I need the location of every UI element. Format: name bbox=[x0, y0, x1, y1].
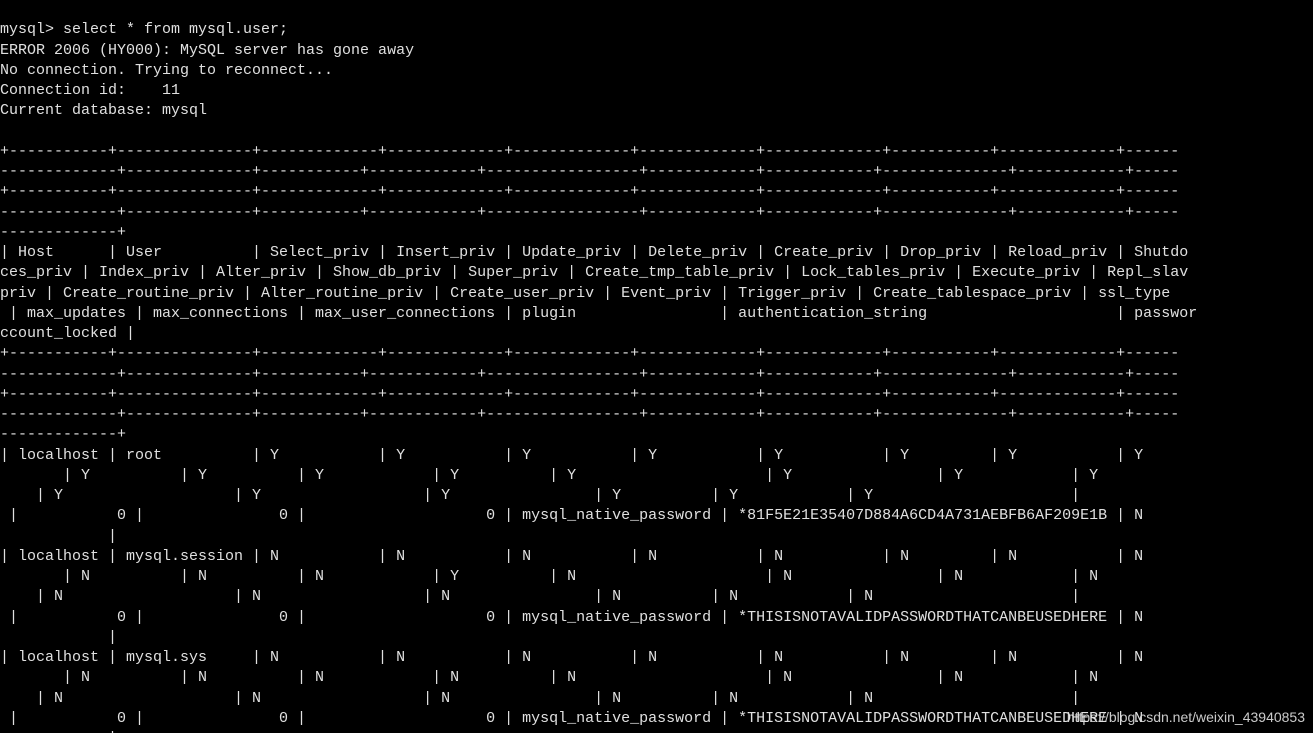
table-row: | N | N | N | N | N | N | N | N bbox=[0, 669, 1170, 686]
sql-command: select * from mysql.user; bbox=[63, 21, 288, 38]
table-header: ccount_locked | bbox=[0, 325, 135, 342]
table-header: ces_priv | Index_priv | Alter_priv | Sho… bbox=[0, 264, 1188, 281]
table-row: | 0 | 0 | 0 | mysql_native_password | *T… bbox=[0, 710, 1179, 727]
table-row: | localhost | mysql.sys | N | N | N | N … bbox=[0, 649, 1179, 666]
table-border: +-----------+---------------+-----------… bbox=[0, 183, 1179, 200]
connection-id-line: Connection id: 11 bbox=[0, 82, 180, 99]
mysql-prompt: mysql> bbox=[0, 21, 63, 38]
error-line: ERROR 2006 (HY000): MySQL server has gon… bbox=[0, 42, 414, 59]
table-row: | bbox=[0, 629, 117, 646]
table-border: +-----------+---------------+-----------… bbox=[0, 345, 1179, 362]
table-row: | 0 | 0 | 0 | mysql_native_password | *T… bbox=[0, 609, 1179, 626]
table-border: +-----------+---------------+-----------… bbox=[0, 143, 1179, 160]
watermark-text: https://blog.csdn.net/weixin_43940853 bbox=[1067, 708, 1305, 727]
table-row: | N | N | N | Y | N | N | N | N bbox=[0, 568, 1170, 585]
table-row: | bbox=[0, 528, 117, 545]
table-row: | N | N | N | N | N | N | bbox=[0, 588, 1170, 605]
table-row: | localhost | root | Y | Y | Y | Y | Y |… bbox=[0, 447, 1179, 464]
current-db-line: Current database: mysql bbox=[0, 102, 207, 119]
table-border: -------------+--------------+-----------… bbox=[0, 163, 1179, 180]
table-row: | Y | Y | Y | Y | Y | Y | Y | Y bbox=[0, 467, 1170, 484]
table-row: | localhost | mysql.session | N | N | N … bbox=[0, 548, 1179, 565]
table-border: -------------+--------------+-----------… bbox=[0, 406, 1179, 423]
table-border: -------------+--------------+-----------… bbox=[0, 204, 1179, 221]
table-row: | Y | Y | Y | Y | Y | Y | bbox=[0, 487, 1170, 504]
terminal-output: mysql> select * from mysql.user; ERROR 2… bbox=[0, 0, 1313, 733]
table-row: | N | N | N | N | N | N | bbox=[0, 690, 1170, 707]
table-border: -------------+ bbox=[0, 426, 126, 443]
table-header: priv | Create_routine_priv | Alter_routi… bbox=[0, 285, 1179, 302]
table-border: -------------+--------------+-----------… bbox=[0, 366, 1179, 383]
table-header: | max_updates | max_connections | max_us… bbox=[0, 305, 1197, 322]
reconnect-line: No connection. Trying to reconnect... bbox=[0, 62, 333, 79]
table-border: +-----------+---------------+-----------… bbox=[0, 386, 1179, 403]
table-border: -------------+ bbox=[0, 224, 126, 241]
table-row: | 0 | 0 | 0 | mysql_native_password | *8… bbox=[0, 507, 1179, 524]
table-header: | Host | User | Select_priv | Insert_pri… bbox=[0, 244, 1188, 261]
